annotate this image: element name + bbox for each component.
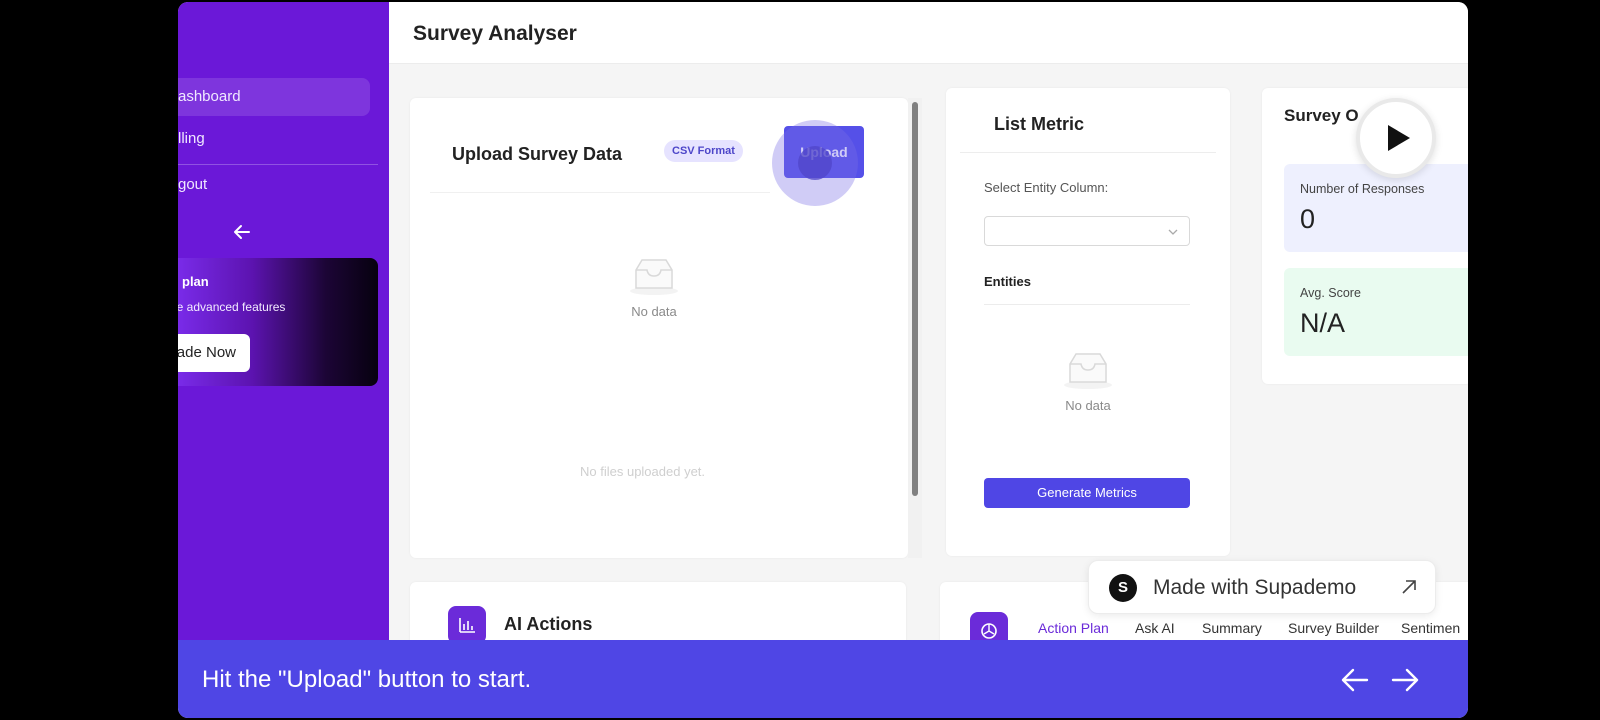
stat-label: Avg. Score [1300, 286, 1361, 300]
empty-inbox-icon [1062, 350, 1114, 390]
tab-summary[interactable]: Summary [1202, 620, 1262, 636]
supademo-label: Made with Supademo [1153, 576, 1357, 599]
play-icon [1388, 125, 1410, 151]
sidebar-item-label: ashboard [178, 88, 241, 105]
tab-ask-ai[interactable]: Ask AI [1135, 620, 1175, 636]
chevron-down-icon [1167, 225, 1179, 237]
scrollbar[interactable] [908, 98, 922, 558]
stat-value: 0 [1300, 204, 1316, 234]
no-files-text: No files uploaded yet. [580, 464, 706, 479]
responses-stat: Number of Responses 0 [1284, 164, 1468, 252]
upload-divider [430, 192, 770, 193]
metric-divider [960, 152, 1216, 153]
cursor-dot [798, 146, 832, 180]
tab-survey-builder[interactable]: Survey Builder [1288, 620, 1379, 636]
upgrade-button[interactable]: ade Now [178, 334, 250, 372]
arrow-left-icon[interactable] [230, 220, 254, 244]
upload-card: Upload Survey Data CSV Format Upload No … [410, 98, 908, 558]
caption-bar: Hit the "Upload" button to start. [178, 640, 1468, 718]
caption-text: Hit the "Upload" button to start. [202, 666, 532, 693]
metric-title: List Metric [994, 114, 1085, 134]
header: Survey Analyser [389, 2, 1468, 64]
sidebar-item-logout[interactable]: gout [178, 166, 370, 204]
sidebar-item-dashboard[interactable]: ashboard [178, 78, 370, 116]
sidebar-item-billing[interactable]: lling [178, 120, 370, 158]
entities-divider [984, 304, 1190, 305]
supademo-logo: S [1109, 574, 1137, 602]
ai-actions-title: AI Actions [504, 614, 593, 634]
overview-title: Survey O [1284, 106, 1359, 125]
tab-sentiment[interactable]: Sentimen [1401, 620, 1460, 636]
sidebar-divider [178, 164, 378, 165]
entity-column-label: Select Entity Column: [984, 180, 1109, 195]
sidebar: ashboard lling gout plan ore advanced fe… [178, 2, 389, 642]
csv-format-badge: CSV Format [664, 140, 743, 162]
bar-chart-icon [448, 606, 486, 644]
entities-label: Entities [984, 274, 1031, 289]
empty-text: No data [1065, 398, 1111, 413]
upload-title: Upload Survey Data [452, 144, 623, 164]
generate-metrics-button[interactable]: Generate Metrics [984, 478, 1190, 508]
page-title: Survey Analyser [413, 22, 577, 45]
arrow-left-icon[interactable] [1340, 666, 1370, 694]
stat-value: N/A [1300, 308, 1346, 338]
empty-text: No data [631, 304, 677, 319]
scrollbar-thumb[interactable] [912, 102, 918, 496]
upgrade-card: plan ore advanced features ade Now [178, 258, 378, 386]
upgrade-title: plan [182, 274, 209, 289]
list-metric-card: List Metric Select Entity Column: Entiti… [946, 88, 1230, 556]
demo-frame: ashboard lling gout plan ore advanced fe… [178, 2, 1468, 718]
supademo-badge[interactable]: S Made with Supademo [1088, 560, 1436, 614]
entity-column-select[interactable] [984, 216, 1190, 246]
arrow-right-icon[interactable] [1390, 666, 1420, 694]
avg-score-stat: Avg. Score N/A [1284, 268, 1468, 356]
external-link-icon [1399, 577, 1419, 597]
empty-inbox-icon [628, 256, 680, 296]
play-button[interactable] [1356, 98, 1436, 178]
sidebar-item-label: lling [178, 130, 205, 147]
sidebar-item-label: gout [178, 176, 208, 193]
tab-action-plan[interactable]: Action Plan [1038, 620, 1109, 636]
stat-label: Number of Responses [1300, 182, 1425, 196]
upgrade-text: ore advanced features [178, 300, 286, 314]
